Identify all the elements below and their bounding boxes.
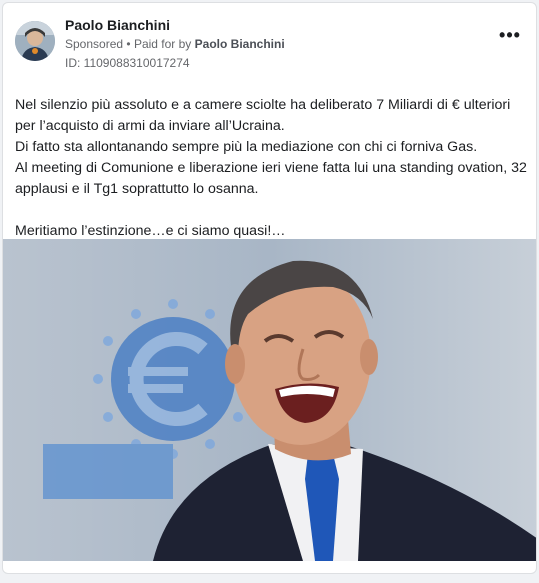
- post-text-line: Al meeting di Comunione e liberazione ie…: [15, 160, 527, 197]
- sponsored-line: Sponsored • Paid for by Paolo Bianchini: [65, 37, 285, 51]
- laughing-man-photo: [3, 239, 536, 561]
- author-name[interactable]: Paolo Bianchini: [65, 17, 170, 33]
- author-avatar[interactable]: [15, 21, 55, 61]
- ad-id: ID: 1109088310017274: [65, 56, 190, 70]
- post-text-line: Di fatto sta allontanando sempre più la …: [15, 139, 478, 155]
- paid-for-prefix: Paid for by: [133, 37, 192, 51]
- post-header: Paolo Bianchini Sponsored • Paid for by …: [3, 3, 536, 83]
- post-text-line: Nel silenzio più assoluto e a camere sci…: [15, 97, 511, 134]
- sponsored-label[interactable]: Sponsored: [65, 37, 123, 51]
- more-options-icon[interactable]: •••: [498, 25, 522, 45]
- ad-post-card: Paolo Bianchini Sponsored • Paid for by …: [2, 2, 537, 574]
- avatar-image: [15, 21, 55, 61]
- post-body: Nel silenzio più assoluto e a camere sci…: [15, 95, 529, 242]
- post-image[interactable]: [3, 239, 536, 561]
- paid-for-name[interactable]: Paolo Bianchini: [195, 37, 285, 51]
- meta-separator: •: [126, 37, 131, 51]
